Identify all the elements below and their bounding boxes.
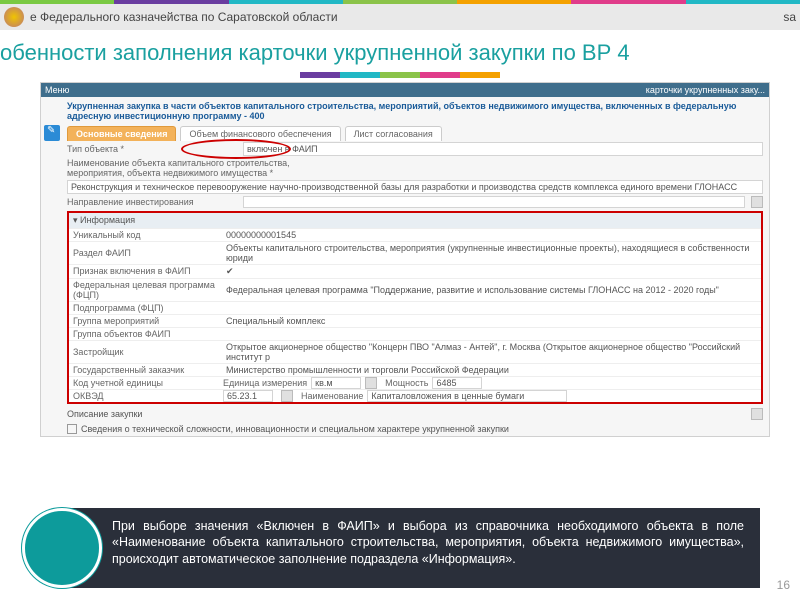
info-header[interactable]: ▾ Информация (69, 213, 761, 228)
tab-volume[interactable]: Объем финансового обеспечения (180, 126, 340, 141)
checkbox-complexity[interactable] (67, 424, 77, 434)
note-icon[interactable] (44, 125, 60, 141)
page-number: 16 (777, 578, 790, 592)
edit-icon[interactable] (751, 408, 763, 420)
lbl-direction: Направление инвестирования (67, 197, 237, 207)
lookup-icon[interactable] (365, 377, 377, 389)
lookup-icon[interactable] (751, 196, 763, 208)
lbl-description: Описание закупки (67, 409, 142, 419)
header-right: sa (783, 10, 796, 24)
embedded-screenshot: Меню карточки укрупненных заку... Укрупн… (40, 82, 770, 437)
callout-circle-icon (22, 508, 102, 588)
tab-approval[interactable]: Лист согласования (345, 126, 442, 141)
section-title: Укрупненная закупка в части объектов кап… (41, 97, 769, 124)
header-bar: е Федерального казначейства по Саратовск… (0, 4, 800, 30)
val-name[interactable]: Реконструкция и техническое перевооружен… (67, 180, 763, 194)
val-direction[interactable] (243, 196, 745, 208)
accent-row (0, 72, 800, 78)
lookup-icon[interactable] (281, 390, 293, 402)
info-box: ▾ Информация Уникальный код0000000000154… (67, 211, 763, 404)
breadcrumb-tab[interactable]: карточки укрупненных заку... (646, 85, 765, 95)
tab-main[interactable]: Основные сведения (67, 126, 176, 141)
lbl-name: Наименование объекта капитального строит… (67, 158, 347, 178)
menu-label[interactable]: Меню (45, 85, 69, 95)
lbl-complexity: Сведения о технической сложности, иннова… (81, 424, 509, 434)
val-type[interactable]: включен в ФАИП (243, 142, 763, 156)
top-stripe (0, 0, 800, 4)
callout: При выборе значения «Включен в ФАИП» и в… (22, 508, 760, 588)
tabs: Основные сведения Объем финансового обес… (41, 124, 769, 141)
slide-title: обенности заполнения карточки укрупненно… (0, 30, 800, 66)
emblem-icon (4, 7, 24, 27)
callout-text: При выборе значения «Включен в ФАИП» и в… (62, 508, 760, 588)
org-name: е Федерального казначейства по Саратовск… (30, 10, 338, 24)
highlight-oval (181, 139, 291, 159)
